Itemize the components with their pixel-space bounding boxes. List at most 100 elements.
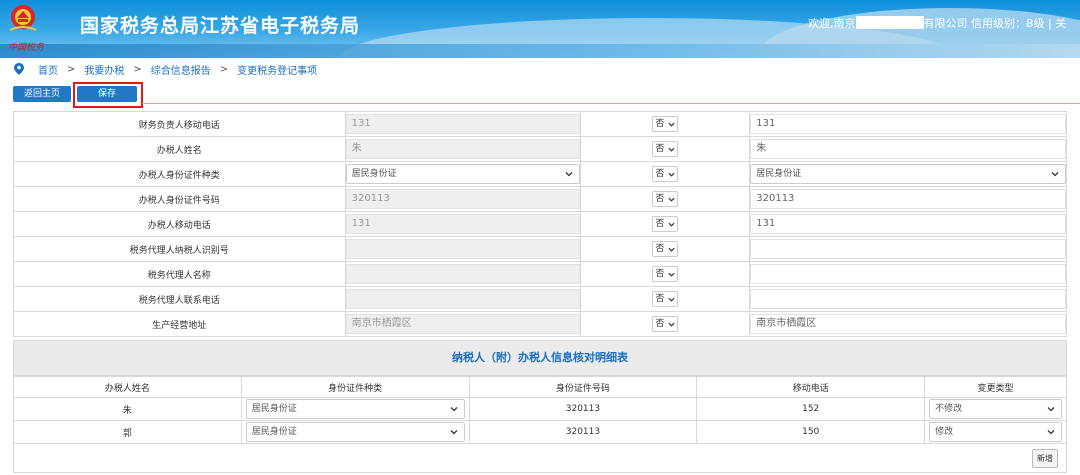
field-label: 办税人姓名 [13, 136, 346, 162]
name-cell: 朱 [13, 397, 242, 421]
field-label: 办税人身份证件号码 [13, 186, 346, 212]
chevron-down-icon [668, 147, 675, 152]
location-pin-icon [14, 63, 24, 75]
breadcrumb: 首页 > 我要办税 > 综合信息报告 > 变更税务登记事项 [14, 62, 317, 77]
table-row: 朱 居民身份证 320113 152 不修改 [13, 397, 1067, 421]
new-value-field[interactable]: 朱 [750, 139, 1066, 159]
table-row: 生产经营地址 南京市栖霞区否南京市栖霞区 [13, 311, 1067, 337]
id-type-select[interactable]: 居民身份证 [245, 422, 465, 442]
name-cell: 郭 [13, 420, 242, 444]
change-flag-select[interactable]: 否 [652, 191, 679, 207]
change-type-select[interactable]: 修改 [929, 422, 1062, 442]
new-value-field[interactable] [750, 289, 1066, 309]
current-value-field [345, 289, 581, 309]
phone-cell: 152 [696, 397, 926, 421]
breadcrumb-change-registration[interactable]: 变更税务登记事项 [237, 62, 317, 77]
new-select[interactable]: 居民身份证 [750, 164, 1066, 184]
site-header: 中国税务 国家税务总局江苏省电子税务局 欢迎,南京 有限公司 信用级别：B级 | … [0, 0, 1080, 58]
change-flag-select[interactable]: 否 [652, 141, 679, 157]
change-type-select[interactable]: 不修改 [929, 399, 1062, 419]
field-label: 办税人移动电话 [13, 211, 346, 237]
table-row: 税务代理人名称 否 [13, 261, 1067, 287]
chevron-down-icon [450, 430, 458, 435]
change-flag-select[interactable]: 否 [652, 216, 679, 232]
section-title: 纳税人（附）办税人信息核对明细表 [13, 340, 1067, 376]
column-header: 身份证件号码 [468, 376, 698, 398]
welcome-text: 欢迎,南京 有限公司 信用级别：B级 | 关 [808, 16, 1067, 30]
change-flag-select[interactable]: 否 [652, 266, 679, 282]
current-value-field: 131 [345, 214, 581, 234]
field-label: 生产经营地址 [13, 311, 346, 337]
new-value-field[interactable]: 131 [750, 114, 1066, 134]
field-label: 税务代理人名称 [13, 261, 346, 287]
new-value-field[interactable]: 320113 [750, 189, 1066, 209]
field-label: 税务代理人联系电话 [13, 286, 346, 312]
id-number-cell: 320113 [468, 420, 698, 444]
chevron-down-icon [450, 407, 458, 412]
table-row: 郭 居民身份证 320113 150 修改 [13, 420, 1067, 444]
redaction [855, 16, 924, 29]
table-row: 税务代理人纳税人识别号 否 [13, 236, 1067, 262]
phone-cell: 150 [696, 420, 926, 444]
chevron-down-icon [668, 272, 675, 277]
chevron-down-icon [668, 247, 675, 252]
chevron-down-icon [668, 322, 675, 327]
new-value-field[interactable]: 131 [750, 214, 1066, 234]
new-value-field[interactable] [750, 264, 1066, 284]
current-value-field [345, 239, 581, 259]
table-row: 办税人移动电话 131 否 131 [13, 211, 1067, 237]
id-type-select[interactable]: 居民身份证 [245, 399, 465, 419]
field-label: 财务负责人移动电话 [13, 111, 346, 137]
divider [142, 103, 1080, 104]
change-flag-select[interactable]: 否 [652, 316, 679, 332]
site-title: 国家税务总局江苏省电子税务局 [80, 15, 361, 37]
breadcrumb-home[interactable]: 首页 [38, 62, 58, 77]
breadcrumb-my-tax[interactable]: 我要办税 [84, 62, 124, 77]
tax-emblem-icon [9, 5, 37, 31]
current-value-field: 320113 [345, 189, 581, 209]
chevron-down-icon [668, 222, 675, 227]
chevron-down-icon [668, 122, 675, 127]
chevron-down-icon [668, 172, 675, 177]
detail-table: 办税人姓名 身份证件种类 身份证件号码 移动电话 变更类型 朱 居民身份证 32… [13, 376, 1067, 444]
current-value-field: 南京市栖霞区 [345, 314, 581, 334]
chevron-down-icon [668, 297, 675, 302]
current-select[interactable]: 居民身份证 [345, 164, 581, 184]
chevron-down-icon [1047, 430, 1055, 435]
change-flag-select[interactable]: 否 [652, 166, 679, 182]
field-label: 税务代理人纳税人识别号 [13, 236, 346, 262]
table-row: 办税人姓名朱否朱 [13, 136, 1067, 162]
breadcrumb-separator: > [219, 63, 229, 75]
breadcrumb-info-report[interactable]: 综合信息报告 [151, 62, 211, 77]
return-home-button[interactable]: 返回主页 [13, 86, 71, 102]
table-row: 税务代理人联系电话 否 [13, 286, 1067, 312]
table-row: 办税人身份证件种类 居民身份证否居民身份证 [13, 161, 1067, 187]
header-decoration [0, 44, 1080, 58]
chevron-down-icon [565, 172, 573, 177]
change-flag-select[interactable]: 否 [652, 291, 679, 307]
table-header-row: 办税人姓名 身份证件种类 身份证件号码 移动电话 变更类型 [13, 376, 1067, 398]
change-flag-select[interactable]: 否 [652, 116, 679, 132]
chevron-down-icon [1051, 172, 1059, 177]
slogan-logo: 中国税务 [8, 43, 45, 53]
breadcrumb-separator: > [67, 63, 76, 75]
add-button[interactable]: 新增 [1032, 449, 1058, 468]
current-value-field: 131 [345, 114, 581, 134]
chevron-down-icon [668, 197, 675, 202]
column-header: 办税人姓名 [13, 376, 242, 398]
new-value-field[interactable] [750, 239, 1066, 259]
field-label: 办税人身份证件种类 [13, 161, 346, 187]
new-value-field[interactable]: 南京市栖霞区 [750, 314, 1066, 334]
column-header: 身份证件种类 [240, 376, 470, 398]
table-footer: 新增 [13, 444, 1067, 473]
column-header: 移动电话 [696, 376, 926, 398]
table-row: 办税人身份证件号码 320113 否 320113 [13, 186, 1067, 212]
change-flag-select[interactable]: 否 [652, 241, 679, 257]
breadcrumb-separator: > [133, 63, 142, 75]
current-value-field [345, 264, 581, 284]
column-header: 变更类型 [924, 376, 1067, 398]
change-items-table: 财务负责人移动电话 131 否 131 办税人姓名朱否朱办税人身份证件种类 居民身份证否居… [13, 111, 1067, 337]
table-row: 财务负责人移动电话 131 否 131 [13, 111, 1067, 137]
save-button[interactable]: 保存 [77, 86, 137, 102]
id-number-cell: 320113 [468, 397, 698, 421]
